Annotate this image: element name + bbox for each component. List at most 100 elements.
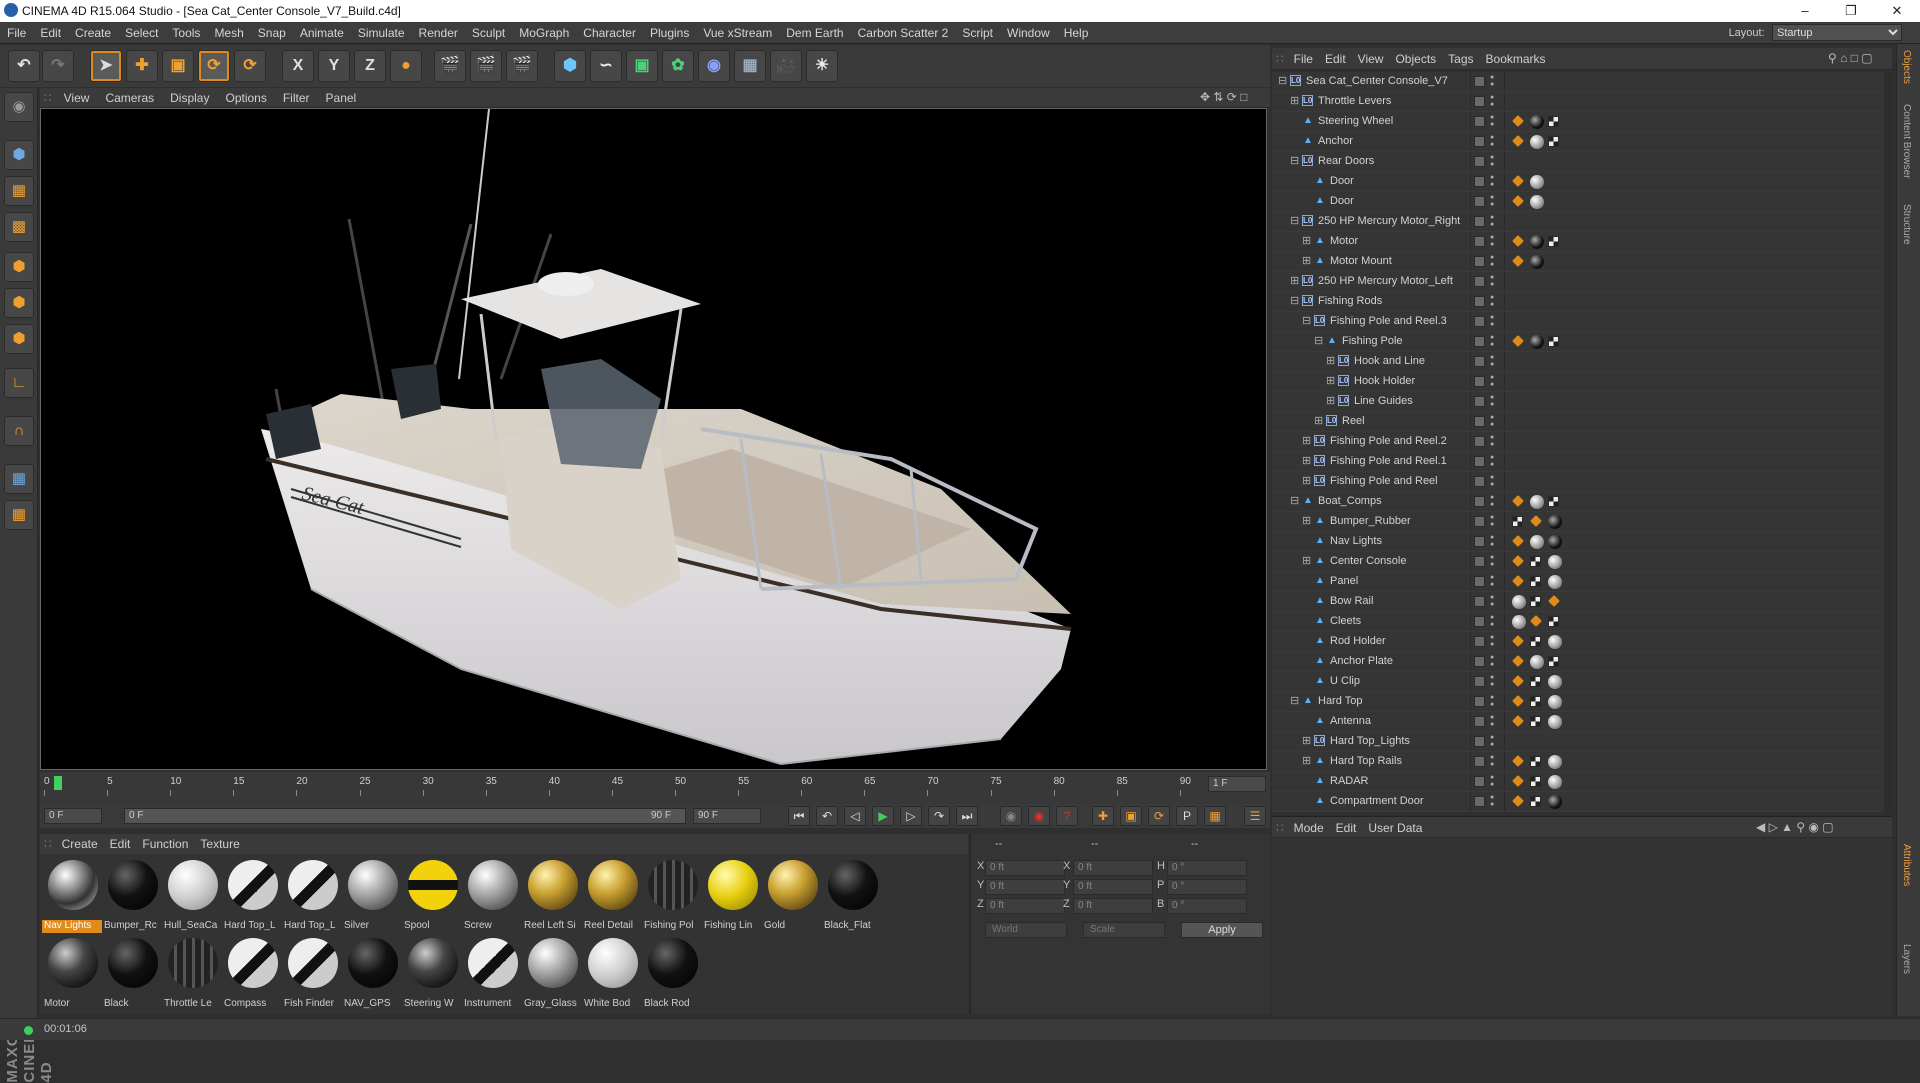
object-name[interactable]: Door [1330,195,1354,207]
object-name[interactable]: Anchor [1318,135,1353,147]
editor-render-dots-icon[interactable]: ● ● [1490,414,1494,428]
object-name[interactable]: Center Console [1330,555,1406,567]
layer-visibility-icon[interactable] [1474,336,1485,347]
layer-visibility-icon[interactable] [1474,276,1485,287]
layer-visibility-icon[interactable] [1474,116,1485,127]
editor-render-dots-icon[interactable]: ● ● [1490,774,1494,788]
uvw-texture-tag-icon[interactable] [1530,696,1541,707]
axis-mode-icon[interactable]: ∟ [4,368,34,398]
object-row[interactable]: ⊞ ▲ Hard Top Rails ● ● [1272,752,1884,772]
coord-value-field[interactable]: 0 ft [985,860,1065,876]
editor-render-dots-icon[interactable]: ● ● [1490,654,1494,668]
expand-toggle-icon[interactable]: ⊟ [1314,334,1323,347]
object-row[interactable]: ⊟ ▲ Boat_Comps ● ● [1272,492,1884,512]
object-row[interactable]: ▲ Cleets ● ● [1272,612,1884,632]
uvw-texture-tag-icon[interactable] [1530,576,1541,587]
expand-toggle-icon[interactable]: ⊞ [1302,734,1311,747]
object-row[interactable]: ⊟ L0 Rear Doors ● ● [1272,152,1884,172]
layer-visibility-icon[interactable] [1474,616,1485,627]
phong-tag-icon[interactable] [1530,515,1542,527]
object-name[interactable]: Hard Top_Lights [1330,735,1410,747]
y-axis-icon[interactable]: Y [318,50,350,82]
layer-visibility-icon[interactable] [1474,716,1485,727]
uvw-texture-tag-icon[interactable] [1530,716,1541,727]
expand-toggle-icon[interactable]: ⊟ [1278,74,1287,87]
uvw-texture-tag-icon[interactable] [1530,676,1541,687]
layer-visibility-icon[interactable] [1474,296,1485,307]
coord-value-field[interactable]: 0 ft [985,898,1065,914]
object-name[interactable]: Panel [1330,575,1358,587]
layer-visibility-icon[interactable] [1474,236,1485,247]
phong-tag-icon[interactable] [1512,235,1524,247]
expand-toggle-icon[interactable]: ⊞ [1302,754,1311,767]
material-swatch[interactable]: Hard Top_L [282,858,342,934]
object-name[interactable]: Reel [1342,415,1365,427]
expand-toggle-icon[interactable]: ⊟ [1302,314,1311,327]
object-row[interactable]: ▲ Anchor Plate ● ● [1272,652,1884,672]
end-frame-field[interactable]: 90 F [693,808,761,824]
material-swatch[interactable]: Fish Finder [282,936,342,1012]
menu-item-plugins[interactable]: Plugins [643,22,696,44]
expand-toggle-icon[interactable]: ⊞ [1326,394,1335,407]
z-axis-icon[interactable]: Z [354,50,386,82]
object-row[interactable]: ▲ Antenna ● ● [1272,712,1884,732]
spline-pen-icon[interactable]: ∽ [590,50,622,82]
undo-icon[interactable]: ↶ [8,50,40,82]
menu-item-character[interactable]: Character [576,22,643,44]
material-swatch[interactable]: Reel Detail [582,858,642,934]
key-parameter-icon[interactable]: P [1176,806,1198,826]
expand-toggle-icon[interactable]: ⊞ [1302,474,1311,487]
enable-snap-icon[interactable]: ▦ [4,464,34,494]
material-swatch[interactable]: Instrument [462,936,522,1012]
object-menu-item-view[interactable]: View [1352,48,1390,70]
object-row[interactable]: ⊟ ▲ Fishing Pole ● ● [1272,332,1884,352]
phong-tag-icon[interactable] [1512,795,1524,807]
object-name[interactable]: Anchor Plate [1330,655,1393,667]
menu-item-carbon-scatter-2[interactable]: Carbon Scatter 2 [851,22,956,44]
material-tag-icon[interactable] [1530,495,1544,509]
menu-item-script[interactable]: Script [955,22,1000,44]
apply-button[interactable]: Apply [1181,922,1263,938]
editor-render-dots-icon[interactable]: ● ● [1490,374,1494,388]
expand-toggle-icon[interactable]: ⊞ [1290,274,1299,287]
side-tab-content-browser[interactable]: Content Browser [1901,104,1912,178]
material-swatch[interactable]: Silver [342,858,402,934]
viewport-menu-item-options[interactable]: Options [217,88,274,108]
layer-visibility-icon[interactable] [1474,216,1485,227]
object-name[interactable]: Hook and Line [1354,355,1425,367]
current-frame-field[interactable]: 1 F [1208,776,1266,792]
key-position-icon[interactable]: ✚ [1092,806,1114,826]
menu-item-create[interactable]: Create [68,22,118,44]
editor-render-dots-icon[interactable]: ● ● [1490,634,1494,648]
menu-item-edit[interactable]: Edit [33,22,68,44]
viewport-menu-item-display[interactable]: Display [162,88,217,108]
object-menu-item-file[interactable]: File [1288,48,1319,70]
material-swatch[interactable]: Spool [402,858,462,934]
editor-render-dots-icon[interactable]: ● ● [1490,134,1494,148]
layer-visibility-icon[interactable] [1474,536,1485,547]
object-row[interactable]: ▲ Anchor ● ● [1272,132,1884,152]
phong-tag-icon[interactable] [1512,175,1524,187]
timeline-ruler[interactable]: 0 5 10 15 20 25 30 35 40 45 50 55 60 65 70 75 80 85 90 1 F [40,772,1270,804]
render-settings-icon[interactable]: 🎬 [506,50,538,82]
editor-render-dots-icon[interactable]: ● ● [1490,94,1494,108]
phong-tag-icon[interactable] [1512,715,1524,727]
layer-visibility-icon[interactable] [1474,656,1485,667]
material-swatch[interactable]: Gold [762,858,822,934]
object-name[interactable]: Motor [1330,235,1358,247]
edges-mode-icon[interactable]: ⬢ [4,288,34,318]
phong-tag-icon[interactable] [1512,775,1524,787]
uvw-texture-tag-icon[interactable] [1530,776,1541,787]
playhead-marker[interactable] [54,776,62,790]
viewport-menu-item-view[interactable]: View [56,88,98,108]
object-row[interactable]: ▲ Door ● ● [1272,172,1884,192]
material-swatch[interactable]: White Bod [582,936,642,1012]
recent-tool-icon[interactable]: ⟳ [234,50,266,82]
object-row[interactable]: ⊞ ▲ Motor Mount ● ● [1272,252,1884,272]
material-swatch[interactable]: Hard Top_L [222,858,282,934]
uvw-texture-tag-icon[interactable] [1512,516,1523,527]
editor-render-dots-icon[interactable]: ● ● [1490,174,1494,188]
editor-render-dots-icon[interactable]: ● ● [1490,674,1494,688]
layer-visibility-icon[interactable] [1474,96,1485,107]
object-row[interactable]: ⊞ L0 Hook and Line ● ● [1272,352,1884,372]
